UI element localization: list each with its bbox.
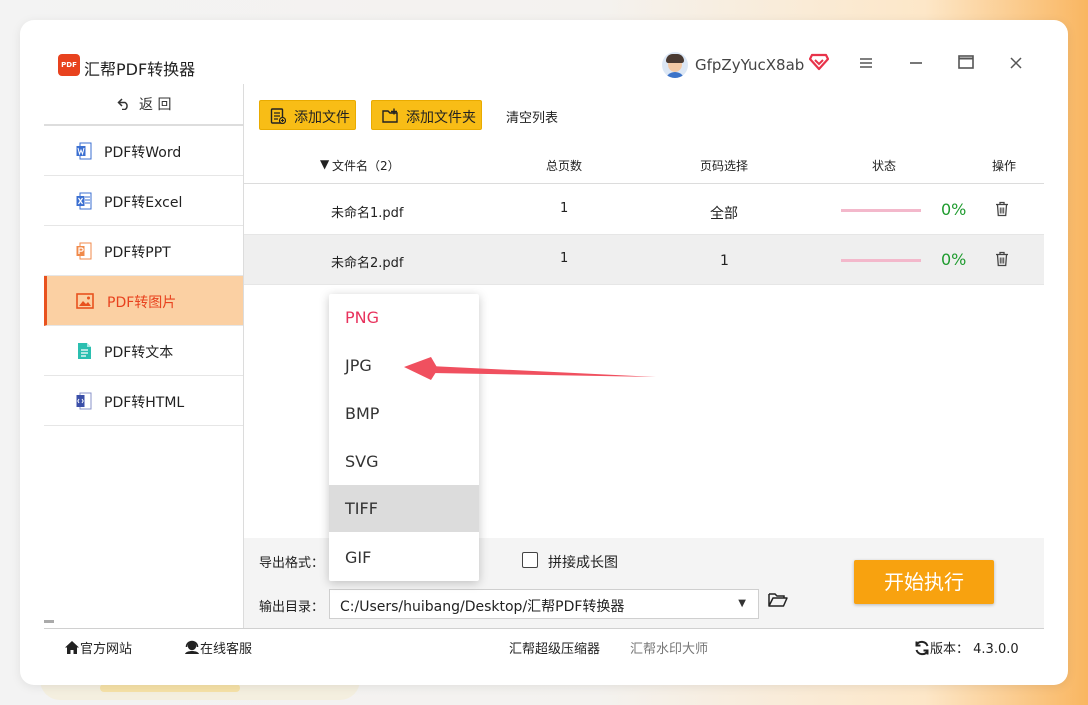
app-logo-icon: PDF xyxy=(58,54,80,76)
chevron-down-icon: ▼ xyxy=(738,598,746,609)
headset-icon xyxy=(185,640,199,654)
format-option-svg[interactable]: SVG xyxy=(329,438,479,485)
sidebar-item-pdf-to-excel[interactable]: PDF转Excel xyxy=(44,176,243,226)
version-info: 版本： 4.3.0.0 xyxy=(914,638,1019,657)
output-dir-select[interactable]: C:/Users/huibang/Desktop/汇帮PDF转换器 ▼ xyxy=(329,589,759,619)
sidebar-item-label: PDF转图片 xyxy=(107,295,177,311)
row-progress-bar xyxy=(841,209,921,212)
add-folder-button[interactable]: 添加文件夹 xyxy=(371,100,482,130)
official-website-label: 官方网站 xyxy=(80,642,133,657)
row-page-select[interactable]: 1 xyxy=(720,253,729,269)
sidebar-item-pdf-to-image[interactable]: PDF转图片 xyxy=(44,276,243,326)
back-button[interactable]: 返 回 xyxy=(44,84,244,126)
header-page-select: 页码选择 xyxy=(700,159,749,173)
sidebar-item-label: PDF转文本 xyxy=(104,345,174,361)
online-support-link[interactable]: 在线客服 xyxy=(184,638,252,657)
delete-icon[interactable] xyxy=(995,201,1009,217)
username[interactable]: GfpZyYucX8ab xyxy=(695,56,804,74)
sidebar: 返 回 PDF转Word PDF转Excel PDF转PPT PDF转图片 PD… xyxy=(44,84,244,628)
word-icon xyxy=(76,142,92,160)
start-button[interactable]: 开始执行 xyxy=(854,560,994,604)
row-page-select[interactable]: 全部 xyxy=(710,203,738,223)
html-icon xyxy=(76,392,92,410)
sidebar-item-label: PDF转PPT xyxy=(104,245,171,261)
ppt-icon xyxy=(76,242,92,260)
avatar[interactable] xyxy=(662,52,688,78)
home-icon xyxy=(65,641,79,654)
sidebar-item-pdf-to-word[interactable]: PDF转Word xyxy=(44,126,243,176)
version-label: 版本： xyxy=(930,642,970,657)
refresh-icon[interactable] xyxy=(914,640,930,656)
vip-diamond-icon[interactable] xyxy=(809,53,829,71)
table-row[interactable]: 未命名2.pdf 1 1 0% xyxy=(244,235,1044,285)
format-option-gif[interactable]: GIF xyxy=(329,534,479,581)
open-folder-icon[interactable] xyxy=(768,592,788,608)
sidebar-item-label: PDF转Excel xyxy=(104,195,183,211)
header-action: 操作 xyxy=(992,159,1017,173)
sidebar-item-pdf-to-html[interactable]: PDF转HTML xyxy=(44,376,243,426)
text-icon xyxy=(78,343,91,359)
version-number: 4.3.0.0 xyxy=(973,642,1019,657)
online-support-label: 在线客服 xyxy=(200,642,253,657)
delete-icon[interactable] xyxy=(995,251,1009,267)
footer: 官方网站 在线客服 汇帮超级压缩器 汇帮水印大师 版本： 4.3.0.0 xyxy=(44,628,1044,664)
row-progress-text: 0% xyxy=(941,250,967,269)
format-option-bmp[interactable]: BMP xyxy=(329,390,479,437)
format-dropdown-menu: PNG JPG BMP SVG TIFF GIF xyxy=(329,294,479,581)
output-dir-label: 输出目录： xyxy=(259,600,325,615)
merge-long-image-checkbox[interactable] xyxy=(522,552,538,568)
back-label: 返 回 xyxy=(139,97,172,113)
row-filename: 未命名1.pdf xyxy=(331,206,404,221)
output-dir-value: C:/Users/huibang/Desktop/汇帮PDF转换器 xyxy=(340,599,625,615)
format-option-tiff[interactable]: TIFF xyxy=(329,485,479,532)
header-filename[interactable]: 文件名（2） xyxy=(332,157,400,174)
row-pages: 1 xyxy=(560,251,569,266)
sidebar-item-pdf-to-ppt[interactable]: PDF转PPT xyxy=(44,226,243,276)
back-arrow-icon xyxy=(116,97,135,113)
close-icon[interactable] xyxy=(1004,52,1028,76)
app-window: PDF 汇帮PDF转换器 GfpZyYucX8ab 返 回 PDF转Word P… xyxy=(20,20,1068,685)
sidebar-item-label: PDF转HTML xyxy=(104,395,185,411)
table-row[interactable]: 未命名1.pdf 1 全部 0% xyxy=(244,185,1044,235)
maximize-icon[interactable] xyxy=(954,52,978,76)
add-file-icon xyxy=(270,108,286,124)
official-website-link[interactable]: 官方网站 xyxy=(64,638,132,657)
add-folder-icon xyxy=(382,108,398,123)
export-format-label: 导出格式： xyxy=(259,556,325,571)
minimize-icon[interactable] xyxy=(904,52,928,76)
format-option-jpg[interactable]: JPG xyxy=(329,342,479,389)
clear-list-button[interactable]: 清空列表 xyxy=(506,107,558,126)
add-folder-label: 添加文件夹 xyxy=(406,110,476,126)
add-file-button[interactable]: 添加文件 xyxy=(259,100,356,130)
watermark-link[interactable]: 汇帮水印大师 xyxy=(630,638,708,657)
scrollbar-handle[interactable] xyxy=(44,620,54,623)
menu-icon[interactable] xyxy=(854,52,878,76)
title-bar: PDF 汇帮PDF转换器 GfpZyYucX8ab xyxy=(20,20,1068,84)
row-progress-bar xyxy=(841,259,921,262)
image-icon xyxy=(76,293,94,309)
header-status: 状态 xyxy=(872,159,897,173)
app-title: 汇帮PDF转换器 xyxy=(84,60,196,79)
sidebar-item-label: PDF转Word xyxy=(104,145,182,161)
row-filename: 未命名2.pdf xyxy=(331,256,404,271)
sidebar-item-pdf-to-text[interactable]: PDF转文本 xyxy=(44,326,243,376)
row-pages: 1 xyxy=(560,201,569,216)
merge-long-image-label[interactable]: 拼接成长图 xyxy=(548,552,618,572)
excel-icon xyxy=(76,192,92,210)
background-glow-bar xyxy=(100,684,240,692)
add-file-label: 添加文件 xyxy=(294,110,350,126)
format-option-png[interactable]: PNG xyxy=(329,294,479,341)
compressor-link[interactable]: 汇帮超级压缩器 xyxy=(509,638,600,657)
sort-desc-icon[interactable]: ▼ xyxy=(320,157,329,171)
row-progress-text: 0% xyxy=(941,200,967,219)
header-total-pages: 总页数 xyxy=(546,159,583,173)
table-header: ▼ 文件名（2） 总页数 页码选择 状态 操作 xyxy=(244,148,1044,184)
